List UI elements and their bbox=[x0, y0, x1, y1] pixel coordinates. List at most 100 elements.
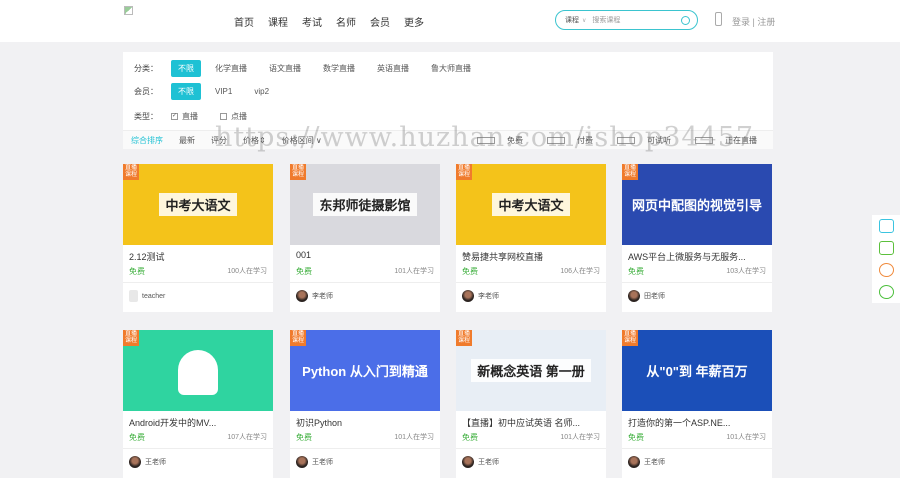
divider bbox=[123, 448, 273, 449]
course-card[interactable]: 直播课程 Python 从入门到精通 初识Python 免费 101人在学习 王… bbox=[290, 330, 440, 478]
category-option[interactable]: 数学直播 bbox=[323, 63, 355, 74]
mobile-icon[interactable] bbox=[715, 12, 722, 26]
course-price: 免费 bbox=[296, 433, 312, 442]
sort-newest[interactable]: 最新 bbox=[171, 135, 203, 146]
course-thumbnail[interactable]: 直播课程 Python 从入门到精通 bbox=[290, 330, 440, 411]
chevron-down-icon: ∨ bbox=[582, 17, 587, 24]
nav-more[interactable]: 更多 bbox=[404, 14, 424, 29]
avatar bbox=[129, 290, 138, 302]
course-price: 免费 bbox=[628, 267, 644, 276]
course-card[interactable]: 直播课程 Android开发中的MV... 免费 107人在学习 王老师 bbox=[123, 330, 273, 478]
teacher-info[interactable]: teacher bbox=[129, 290, 165, 302]
login-register-link[interactable]: 登录 | 注册 bbox=[732, 15, 775, 28]
nav-exams[interactable]: 考试 bbox=[302, 14, 322, 29]
course-thumbnail[interactable]: 直播课程 从"0"到 年薪百万 bbox=[622, 330, 772, 411]
divider bbox=[456, 282, 606, 283]
thumbnail-text: 中考大语文 bbox=[492, 193, 570, 216]
logo-broken-image[interactable] bbox=[124, 6, 133, 15]
course-title[interactable]: 初识Python bbox=[296, 416, 342, 429]
learner-count: 106人在学习 bbox=[560, 268, 600, 275]
message-icon[interactable] bbox=[878, 241, 894, 255]
type-live-checkbox[interactable]: ✓ 直播 bbox=[171, 111, 198, 122]
course-title[interactable]: 001 bbox=[296, 250, 311, 260]
course-thumbnail[interactable]: 直播课程 网页中配图的视觉引导 bbox=[622, 164, 772, 245]
search-category-select[interactable]: 课程 bbox=[565, 15, 579, 25]
learner-count: 101人在学习 bbox=[726, 434, 766, 441]
category-option[interactable]: 语文直播 bbox=[269, 63, 301, 74]
category-label: 分类： bbox=[134, 64, 158, 73]
thumbnail-text: 网页中配图的视觉引导 bbox=[631, 198, 762, 213]
teacher-info[interactable]: 李老师 bbox=[462, 290, 499, 302]
course-thumbnail[interactable]: 直播课程 新概念英语 第一册 bbox=[456, 330, 606, 411]
sort-default[interactable]: 综合排序 bbox=[123, 135, 171, 146]
category-option[interactable]: 不限 bbox=[171, 60, 201, 77]
course-price: 免费 bbox=[628, 433, 644, 442]
teacher-name: 李老师 bbox=[312, 293, 333, 300]
nav-home[interactable]: 首页 bbox=[234, 14, 254, 29]
learner-count: 101人在学习 bbox=[560, 434, 600, 441]
divider bbox=[456, 448, 606, 449]
course-title[interactable]: 2.12测试 bbox=[129, 250, 165, 263]
nav-members[interactable]: 会员 bbox=[370, 14, 390, 29]
teacher-info[interactable]: 田老师 bbox=[628, 290, 665, 302]
watermark: https://www.huzhan.com/ishop34457 bbox=[215, 122, 755, 153]
share-icon[interactable] bbox=[878, 219, 894, 233]
category-option[interactable]: 化学直播 bbox=[215, 63, 247, 74]
course-title[interactable]: 赞易捷共享网校直播 bbox=[462, 250, 543, 263]
avatar bbox=[129, 456, 141, 468]
avatar bbox=[628, 456, 640, 468]
teacher-name: 王老师 bbox=[478, 459, 499, 466]
course-title[interactable]: Android开发中的MV... bbox=[129, 416, 216, 429]
course-card[interactable]: 直播课程 新概念英语 第一册 【直播】初中应试英语 名师... 免费 101人在… bbox=[456, 330, 606, 478]
teacher-info[interactable]: 王老师 bbox=[628, 456, 665, 468]
teacher-info[interactable]: 王老师 bbox=[462, 456, 499, 468]
live-course-badge: 直播课程 bbox=[123, 330, 139, 346]
live-course-badge: 直播课程 bbox=[123, 164, 139, 180]
course-title[interactable]: 【直播】初中应试英语 名师... bbox=[462, 416, 580, 429]
avatar bbox=[296, 290, 308, 302]
category-option[interactable]: 英语直播 bbox=[377, 63, 409, 74]
course-price: 免费 bbox=[129, 433, 145, 442]
divider bbox=[622, 448, 772, 449]
nav-courses[interactable]: 课程 bbox=[268, 14, 288, 29]
teacher-name: 王老师 bbox=[644, 459, 665, 466]
teacher-name: 田老师 bbox=[644, 293, 665, 300]
member-option[interactable]: vip2 bbox=[254, 87, 269, 96]
live-course-badge: 直播课程 bbox=[622, 330, 638, 346]
thumbnail-text: 新概念英语 第一册 bbox=[471, 359, 591, 382]
course-thumbnail[interactable]: 直播课程 中考大语文 bbox=[123, 164, 273, 245]
course-card[interactable]: 直播课程 网页中配图的视觉引导 AWS平台上微服务与无服务... 免费 103人… bbox=[622, 164, 772, 312]
android-logo-icon bbox=[178, 350, 218, 395]
member-label: 会员： bbox=[134, 87, 158, 96]
type-filter: 类型： ✓ 直播 点播 bbox=[134, 111, 269, 122]
course-title[interactable]: 打造你的第一个ASP.NE... bbox=[628, 416, 730, 429]
course-thumbnail[interactable]: 直播课程 中考大语文 bbox=[456, 164, 606, 245]
course-card[interactable]: 直播课程 中考大语文 2.12测试 免费 100人在学习 teacher bbox=[123, 164, 273, 312]
avatar bbox=[628, 290, 640, 302]
learner-count: 103人在学习 bbox=[726, 268, 766, 275]
divider bbox=[123, 282, 273, 283]
course-thumbnail[interactable]: 直播课程 bbox=[123, 330, 273, 411]
course-card[interactable]: 直播课程 中考大语文 赞易捷共享网校直播 免费 106人在学习 李老师 bbox=[456, 164, 606, 312]
course-card[interactable]: 直播课程 从"0"到 年薪百万 打造你的第一个ASP.NE... 免费 101人… bbox=[622, 330, 772, 478]
weibo-icon[interactable] bbox=[878, 263, 894, 277]
teacher-info[interactable]: 王老师 bbox=[296, 456, 333, 468]
member-option[interactable]: VIP1 bbox=[215, 87, 232, 96]
search-box[interactable]: 课程 ∨ 搜索课程 bbox=[555, 10, 698, 30]
category-option[interactable]: 鲁大师直播 bbox=[431, 63, 471, 74]
live-course-badge: 直播课程 bbox=[290, 330, 306, 346]
teacher-info[interactable]: 李老师 bbox=[296, 290, 333, 302]
type-vod-checkbox[interactable]: 点播 bbox=[220, 111, 247, 122]
course-thumbnail[interactable]: 直播课程 东邦师徒摄影馆 bbox=[290, 164, 440, 245]
floating-sidebar bbox=[872, 215, 900, 303]
course-title[interactable]: AWS平台上微服务与无服务... bbox=[628, 250, 746, 263]
teacher-info[interactable]: 王老师 bbox=[129, 456, 166, 468]
wechat-icon[interactable] bbox=[878, 285, 894, 299]
course-price: 免费 bbox=[296, 267, 312, 276]
course-card[interactable]: 直播课程 东邦师徒摄影馆 001 免费 101人在学习 李老师 bbox=[290, 164, 440, 312]
search-input[interactable]: 搜索课程 bbox=[592, 15, 681, 25]
category-filter: 分类： 不限 化学直播 语文直播 数学直播 英语直播 鲁大师直播 bbox=[134, 60, 493, 77]
nav-teachers[interactable]: 名师 bbox=[336, 14, 356, 29]
search-icon[interactable] bbox=[681, 15, 690, 25]
member-option[interactable]: 不限 bbox=[171, 83, 201, 100]
